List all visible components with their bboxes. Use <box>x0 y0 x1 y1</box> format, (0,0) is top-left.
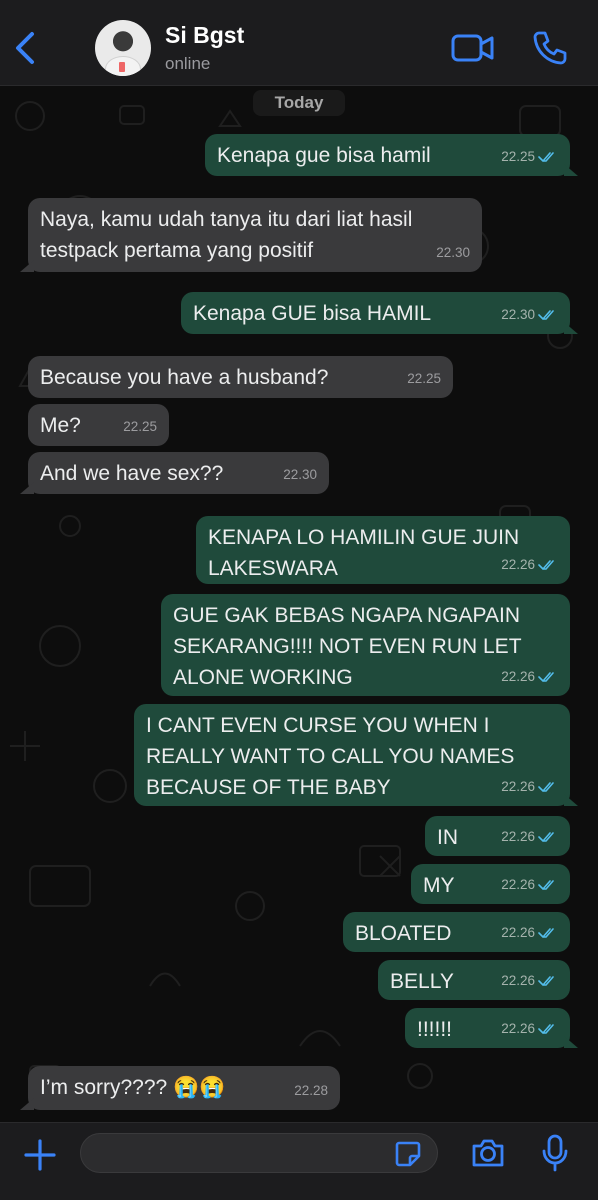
message-meta: 22.26 <box>501 917 558 948</box>
microphone-icon <box>542 1134 568 1172</box>
message-text: Naya, kamu udah tanya itu dari liat hasi… <box>40 208 413 262</box>
read-ticks-icon <box>538 831 554 842</box>
composer-bar <box>0 1122 598 1200</box>
chat-area[interactable]: Today Kenapa gue bisa hamil 22.25 Naya, ka… <box>0 86 598 1122</box>
video-call-button[interactable] <box>450 28 496 68</box>
message-meta: 22.26 <box>501 661 558 692</box>
outgoing-message[interactable]: BLOATED 22.26 <box>343 912 570 952</box>
read-ticks-icon <box>538 781 554 792</box>
outgoing-message[interactable]: BELLY 22.26 <box>378 960 570 1000</box>
outgoing-message[interactable]: Kenapa GUE bisa HAMIL 22.30 <box>181 292 578 334</box>
read-ticks-icon <box>538 975 554 986</box>
camera-icon <box>472 1139 504 1167</box>
attach-button[interactable] <box>20 1135 60 1175</box>
message-time: 22.25 <box>407 371 441 386</box>
chevron-left-icon <box>16 32 34 64</box>
outgoing-message[interactable]: IN 22.26 <box>425 816 570 856</box>
phone-icon <box>533 31 567 65</box>
message-time: 22.25 <box>123 419 157 434</box>
message-time: 22.28 <box>294 1083 328 1098</box>
message-text: And we have sex?? <box>40 462 224 485</box>
back-button[interactable] <box>10 28 42 68</box>
message-time: 22.26 <box>501 877 535 892</box>
read-ticks-icon <box>538 927 554 938</box>
outgoing-message[interactable]: GUE GAK BEBAS NGAPA NGAPAIN SEKARANG!!!!… <box>161 594 570 696</box>
message-time: 22.30 <box>501 307 535 322</box>
sticker-icon <box>395 1141 421 1167</box>
message-time: 22.25 <box>501 149 535 164</box>
outgoing-message[interactable]: Kenapa gue bisa hamil 22.25 <box>205 134 578 176</box>
read-ticks-icon <box>538 559 554 570</box>
incoming-message[interactable]: Because you have a husband? 22.25 <box>28 356 453 398</box>
microphone-button[interactable] <box>540 1133 570 1173</box>
message-text: Me? <box>40 414 81 437</box>
message-meta: 22.25 <box>501 141 558 172</box>
avatar-lanyard <box>119 62 125 72</box>
read-ticks-icon <box>538 671 554 682</box>
video-camera-icon <box>451 34 494 62</box>
message-time: 22.30 <box>436 245 470 260</box>
message-time: 22.26 <box>501 779 535 794</box>
incoming-message[interactable]: And we have sex?? 22.30 <box>20 452 329 494</box>
message-meta: 22.30 <box>501 299 558 330</box>
message-time: 22.26 <box>501 973 535 988</box>
outgoing-message[interactable]: MY 22.26 <box>411 864 570 904</box>
avatar[interactable] <box>95 20 151 76</box>
message-meta: 22.26 <box>501 549 558 580</box>
message-meta: 22.25 <box>123 411 157 442</box>
message-time: 22.26 <box>501 829 535 844</box>
message-meta: 22.26 <box>501 869 558 900</box>
message-text: Kenapa GUE bisa HAMIL <box>193 302 432 325</box>
read-ticks-icon <box>538 879 554 890</box>
message-time: 22.26 <box>501 557 535 572</box>
message-time: 22.26 <box>501 925 535 940</box>
outgoing-message[interactable]: I CANT EVEN CURSE YOU WHEN I REALLY WANT… <box>134 704 578 806</box>
message-text: BLOATED <box>355 922 452 945</box>
sticker-button[interactable] <box>394 1140 422 1168</box>
message-text: I CANT EVEN CURSE YOU WHEN I REALLY WANT… <box>146 714 515 799</box>
message-meta: 22.28 <box>294 1075 328 1106</box>
message-meta: 22.26 <box>501 965 558 996</box>
message-time: 22.26 <box>501 1021 535 1036</box>
message-time: 22.30 <box>283 467 317 482</box>
incoming-message[interactable]: I’m sorry???? 😭😭 22.28 <box>20 1066 340 1110</box>
voice-call-button[interactable] <box>530 28 570 68</box>
message-meta: 22.26 <box>501 771 558 802</box>
message-meta: 22.26 <box>501 821 558 852</box>
camera-button[interactable] <box>470 1135 506 1171</box>
incoming-message[interactable]: Me? 22.25 <box>28 404 169 446</box>
message-meta: 22.25 <box>407 363 441 394</box>
message-input[interactable] <box>80 1133 438 1173</box>
contact-status: online <box>165 54 211 73</box>
message-text: Kenapa gue bisa hamil <box>217 144 431 167</box>
message-text: BELLY <box>390 970 454 993</box>
date-separator: Today <box>253 90 345 116</box>
message-meta: 22.26 <box>501 1013 558 1044</box>
contact-name[interactable]: Si Bgst <box>165 22 244 49</box>
message-text: MY <box>423 874 455 897</box>
message-text: Because you have a husband? <box>40 366 329 389</box>
chat-header: Si Bgst online <box>0 0 598 86</box>
message-text: IN <box>437 826 458 849</box>
read-ticks-icon <box>538 309 554 320</box>
incoming-message[interactable]: Naya, kamu udah tanya itu dari liat hasi… <box>20 198 482 272</box>
message-text: I’m sorry???? 😭😭 <box>40 1076 226 1099</box>
outgoing-message[interactable]: !!!!!! 22.26 <box>405 1008 578 1048</box>
read-ticks-icon <box>538 1023 554 1034</box>
message-meta: 22.30 <box>283 459 317 490</box>
outgoing-message[interactable]: KENAPA LO HAMILIN GUE JUIN LAKESWARA 22.2… <box>196 516 570 584</box>
message-time: 22.26 <box>501 669 535 684</box>
read-ticks-icon <box>538 151 554 162</box>
plus-icon <box>24 1139 56 1171</box>
message-meta: 22.30 <box>436 237 470 268</box>
message-text: !!!!!! <box>417 1018 453 1041</box>
